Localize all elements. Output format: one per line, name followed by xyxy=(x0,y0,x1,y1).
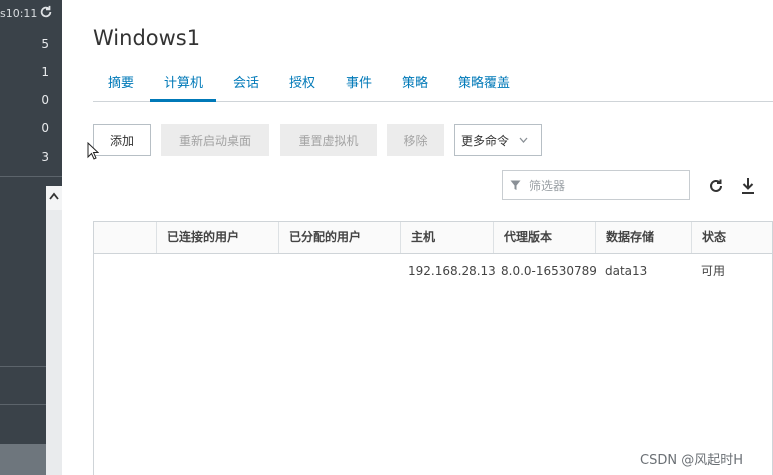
restart-desktop-button[interactable]: 重新启动桌面 xyxy=(161,124,269,156)
sidebar-divider xyxy=(0,176,62,177)
tab-sessions[interactable]: 会话 xyxy=(233,72,259,91)
sidebar-count: 1 xyxy=(41,65,49,79)
tab-events[interactable]: 事件 xyxy=(346,72,372,91)
scroll-up-button[interactable] xyxy=(46,186,62,210)
grid-header-status[interactable]: 状态 xyxy=(691,222,772,253)
grid-header-datastore[interactable]: 数据存储 xyxy=(595,222,691,253)
grid-header-host[interactable]: 主机 xyxy=(400,222,493,253)
grid-header-agent-version[interactable]: 代理版本 xyxy=(493,222,595,253)
watermark-text: CSDN @风起时H xyxy=(640,453,743,468)
add-button[interactable]: 添加 xyxy=(93,124,151,156)
table-row[interactable]: 192.168.28.13 8.0.0-16530789 data13 可用 xyxy=(94,254,772,288)
sidebar-time-row: s10:11 xyxy=(0,0,62,28)
grid-cell-status: 可用 xyxy=(701,264,726,278)
download-icon[interactable] xyxy=(740,177,756,195)
refresh-icon[interactable] xyxy=(708,178,724,194)
machines-grid: 已连接的用户 已分配的用户 主机 代理版本 数据存储 状态 192.168.28… xyxy=(93,221,773,475)
filter-box[interactable] xyxy=(502,170,690,200)
page-title: Windows1 xyxy=(93,26,201,50)
grid-header: 已连接的用户 已分配的用户 主机 代理版本 数据存储 状态 xyxy=(94,222,772,254)
refresh-icon[interactable] xyxy=(39,5,53,19)
sidebar-count: 0 xyxy=(41,121,49,135)
sidebar-selected-item[interactable] xyxy=(0,444,46,475)
grid-cell-host: 192.168.28.13 xyxy=(408,264,496,278)
tab-machines[interactable]: 计算机 xyxy=(164,72,203,91)
tab-summary[interactable]: 摘要 xyxy=(108,72,134,91)
sidebar-scrollbar[interactable] xyxy=(46,186,62,475)
chevron-up-icon xyxy=(49,192,59,200)
grid-header-connected-user[interactable]: 已连接的用户 xyxy=(156,222,278,253)
remove-button[interactable]: 移除 xyxy=(387,124,444,156)
grid-header-assigned-user[interactable]: 已分配的用户 xyxy=(278,222,400,253)
sidebar-time: s10:11 xyxy=(0,7,38,20)
tab-policies[interactable]: 策略 xyxy=(402,72,428,91)
grid-cell-agent-version: 8.0.0-16530789 xyxy=(501,264,597,278)
active-tab-indicator xyxy=(150,99,216,102)
sidebar-count: 3 xyxy=(41,150,49,164)
main-panel: Windows1 摘要 计算机 会话 授权 事件 策略 策略覆盖 添加 重新启动… xyxy=(62,0,773,475)
grid-cell-assigned-user xyxy=(278,254,400,288)
sidebar-count: 0 xyxy=(41,93,49,107)
filter-input[interactable] xyxy=(527,175,681,197)
reset-vm-button[interactable]: 重置虚拟机 xyxy=(280,124,377,156)
grid-cell-connected-user xyxy=(156,254,278,288)
tab-policy-overrides[interactable]: 策略覆盖 xyxy=(458,72,510,91)
left-sidebar: s10:11 5 1 0 0 3 xyxy=(0,0,62,475)
grid-header-select[interactable] xyxy=(94,222,156,253)
grid-cell-select xyxy=(94,254,156,288)
filter-icon xyxy=(510,180,521,190)
chevron-down-icon xyxy=(519,137,528,143)
more-commands-dropdown[interactable]: 更多命令 xyxy=(454,124,542,156)
sidebar-count: 5 xyxy=(41,37,49,51)
tab-entitlements[interactable]: 授权 xyxy=(289,72,315,91)
mouse-cursor-icon xyxy=(87,142,99,160)
grid-cell-datastore: data13 xyxy=(605,264,648,278)
more-commands-label: 更多命令 xyxy=(461,133,510,148)
